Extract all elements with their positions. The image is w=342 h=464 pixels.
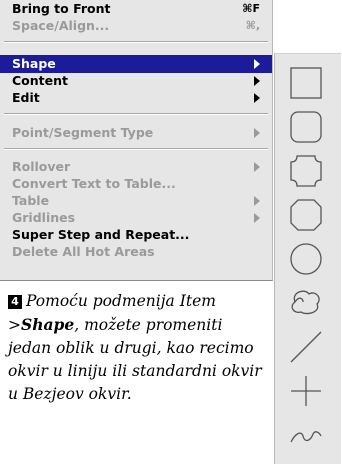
- menu-separator: [4, 41, 268, 43]
- line-icon: [290, 331, 322, 363]
- bezier-line-icon: [290, 431, 322, 443]
- shape-bezier-line[interactable]: [275, 412, 341, 456]
- menu-item-convert-text-to-table[interactable]: Convert Text to Table...: [0, 175, 272, 193]
- menu-item-label: Rollover: [12, 159, 71, 174]
- submenu-arrow-icon: [254, 76, 260, 86]
- menu-item-delete-all-hot-areas[interactable]: Delete All Hot Areas: [0, 243, 272, 261]
- rounded-rectangle-icon: [290, 111, 322, 143]
- menu-item-label: Table: [12, 193, 50, 208]
- caption-bold-shape: Shape: [21, 315, 75, 334]
- menu-item-label: Gridlines: [12, 210, 76, 225]
- menu-item-label: Space/Align...: [12, 18, 110, 33]
- menu-separator: [4, 113, 268, 115]
- shortcut-label: ⌘,: [245, 19, 260, 32]
- submenu-arrow-icon: [254, 196, 260, 206]
- menu-item-point-segment-type[interactable]: Point/Segment Type: [0, 124, 272, 142]
- shape-oval[interactable]: [275, 236, 341, 280]
- freehand-shape-icon: [291, 290, 320, 315]
- shortcut-label: ⌘F: [242, 2, 260, 15]
- shape-concave-rectangle[interactable]: [275, 148, 341, 192]
- menu-item-bring-to-front[interactable]: Bring to Front ⌘F: [0, 0, 272, 18]
- shape-freehand[interactable]: [275, 280, 341, 324]
- concave-rectangle-icon: [290, 155, 322, 187]
- menu-item-label: Point/Segment Type: [12, 125, 154, 140]
- menu-item-gridlines[interactable]: Gridlines: [0, 209, 272, 227]
- menu-item-rollover[interactable]: Rollover: [0, 158, 272, 176]
- shape-rounded-rectangle[interactable]: [275, 104, 341, 148]
- rectangle-icon: [290, 67, 322, 99]
- submenu-arrow-icon: [254, 128, 260, 138]
- submenu-arrow-icon: [254, 59, 260, 69]
- menu-item-table[interactable]: Table: [0, 192, 272, 210]
- submenu-arrow-icon: [254, 213, 260, 223]
- menu-separator: [4, 148, 268, 150]
- step-number-badge: 4: [8, 295, 22, 309]
- item-menu: Bring to Front ⌘F Space/Align... ⌘, Shap…: [0, 0, 273, 281]
- shape-line[interactable]: [275, 324, 341, 368]
- menu-item-super-step-and-repeat[interactable]: Super Step and Repeat...: [0, 226, 272, 244]
- orthogonal-line-icon: [291, 376, 321, 406]
- menu-item-space-align[interactable]: Space/Align... ⌘,: [0, 17, 272, 35]
- shape-rectangle[interactable]: [275, 60, 341, 104]
- shape-beveled-rectangle[interactable]: [275, 192, 341, 236]
- menu-item-label: Content: [12, 73, 68, 88]
- menu-item-label: Super Step and Repeat...: [12, 227, 190, 242]
- menu-item-content[interactable]: Content: [0, 72, 272, 90]
- submenu-arrow-icon: [254, 93, 260, 103]
- shape-submenu: [274, 53, 341, 464]
- submenu-arrow-icon: [254, 162, 260, 172]
- menu-item-label: Shape: [12, 56, 56, 71]
- menu-item-label: Delete All Hot Areas: [12, 244, 155, 259]
- menu-item-label: Bring to Front: [12, 1, 111, 16]
- menu-item-label: Convert Text to Table...: [12, 176, 176, 191]
- oval-icon: [290, 243, 322, 275]
- beveled-rectangle-icon: [290, 199, 322, 231]
- shape-orthogonal-line[interactable]: [275, 368, 341, 412]
- menu-item-edit[interactable]: Edit: [0, 89, 272, 107]
- figure-caption: 4 Pomoću podmenija Item >Shape, možete pr…: [8, 290, 270, 406]
- menu-item-label: Edit: [12, 90, 40, 105]
- menu-item-shape[interactable]: Shape: [0, 55, 272, 73]
